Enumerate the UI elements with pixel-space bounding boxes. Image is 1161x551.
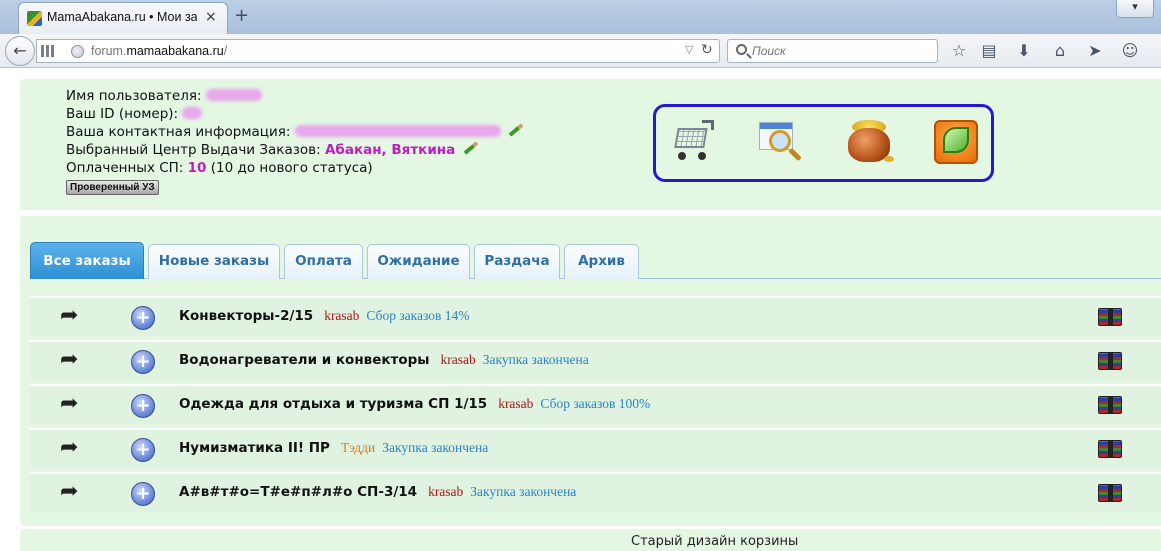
share-icon[interactable]: ➤ [1085,41,1105,61]
user-info-lines: Имя пользователя: Ваш ID (номер): Ваша к… [66,87,524,195]
order-title[interactable]: Нумизматика II! ПР [179,440,330,456]
navigation-toolbar: ← forum.mamaabakana.ru/ ▽ ↻ ☆ ▤ ⬇ ⌂ ➤ ☺ [0,34,1161,68]
cart-icon[interactable] [668,118,718,168]
search-document-icon[interactable] [755,118,805,168]
winrar-archive-icon[interactable] [1098,352,1122,370]
order-row: ➦ + Одежда для отдыха и туризма СП 1/15 k… [30,384,1161,424]
order-row: ➦ + А#в#т#о=Т#е#п#л#о СП-3/14 krasab Закуп… [30,472,1161,512]
paid-count: 10 [187,160,207,176]
contact-value-blurred [294,125,501,137]
order-status: Сбор заказов 100% [540,396,651,411]
new-tab-button[interactable]: + [234,5,249,26]
edit-pickup-icon[interactable] [463,141,478,155]
expand-plus-icon[interactable]: + [131,350,155,374]
browser-tab-strip: MamaAbakana.ru • Мои за × + ▾ [0,0,1161,34]
tab-groups-icon[interactable] [41,45,55,57]
page-content: Имя пользователя: Ваш ID (номер): Ваша к… [0,69,1161,551]
order-title[interactable]: Водонагреватели и конвекторы [179,352,430,368]
username-row: Имя пользователя: [66,87,524,105]
tab-distribution[interactable]: Раздача [474,244,560,279]
search-input[interactable] [752,43,932,59]
paid-label: Оплаченных СП: [66,160,184,176]
order-title[interactable]: А#в#т#о=Т#е#п#л#о СП-3/14 [179,484,417,500]
search-icon [736,44,747,55]
share-arrow-icon[interactable]: ➦ [60,437,84,459]
edit-contact-icon[interactable] [508,123,524,137]
user-id-row: Ваш ID (номер): [66,105,524,123]
pickup-row: Выбранный Центр Выдачи Заказов: Абакан, … [66,141,524,159]
paid-note: (10 до нового статуса) [210,160,373,176]
history-dropdown-icon[interactable]: ▽ [685,43,693,56]
tab-all-orders[interactable]: Все заказы [30,242,144,279]
search-bar[interactable] [727,39,938,63]
badge-row: Проверенный УЗ [66,177,524,195]
contact-row: Ваша контактная информация: [66,123,524,141]
order-title[interactable]: Одежда для отдыха и туризма СП 1/15 [179,396,487,412]
back-arrow-icon: ← [13,41,27,60]
order-author[interactable]: krasab [428,484,463,499]
addon-icon[interactable]: ☺ [1120,41,1140,61]
home-icon[interactable]: ⌂ [1050,41,1070,61]
user-id-label: Ваш ID (номер): [66,106,179,122]
user-id-value-blurred [182,107,203,119]
username-value-blurred [205,89,262,101]
order-row: ➦ + Конвекторы-2/15 krasab Сбор заказов 14… [30,296,1161,336]
expand-plus-icon[interactable]: + [131,438,155,462]
share-arrow-icon[interactable]: ➦ [60,305,84,327]
close-tab-icon[interactable]: × [205,9,217,25]
order-author[interactable]: Тэдди [341,440,375,455]
order-author[interactable]: krasab [441,352,476,367]
url-text[interactable]: forum.mamaabakana.ru/ [91,44,227,58]
share-arrow-icon[interactable]: ➦ [60,393,84,415]
order-row: ➦ + Нумизматика II! ПР Тэдди Закупка закон… [30,428,1161,468]
reload-icon[interactable]: ↻ [701,42,713,58]
order-status: Закупка закончена [470,484,577,499]
orders-panel: Все заказы Новые заказы Оплата Ожидание … [20,216,1161,526]
orange-leaf-app-icon[interactable] [932,118,982,168]
expand-plus-icon[interactable]: + [131,394,155,418]
winrar-archive-icon[interactable] [1098,440,1122,458]
pickup-label: Выбранный Центр Выдачи Заказов: [66,142,321,158]
contact-label: Ваша контактная информация: [66,124,291,140]
tab-title: MamaAbakana.ru • Мои за [47,10,197,24]
order-author[interactable]: krasab [498,396,533,411]
old-design-bar: Старый дизайн корзины [20,529,1161,551]
username-label: Имя пользователя: [66,88,202,104]
order-status: Закупка закончена [382,440,489,455]
back-button[interactable]: ← [5,36,35,66]
verified-badge: Проверенный УЗ [66,180,159,195]
share-arrow-icon[interactable]: ➦ [60,349,84,371]
pickup-value: Абакан, Вяткина [324,142,456,158]
expand-plus-icon[interactable]: + [131,306,155,330]
tab-archive[interactable]: Архив [564,244,639,279]
order-status: Сбор заказов 14% [366,308,470,323]
user-info-panel: Имя пользователя: Ваш ID (номер): Ваша к… [20,79,1161,210]
tab-payment[interactable]: Оплата [284,244,363,279]
window-control-button[interactable]: ▾ [1116,0,1154,18]
address-bar[interactable]: forum.mamaabakana.ru/ ▽ ↻ [36,39,720,63]
share-arrow-icon[interactable]: ➦ [60,481,84,503]
order-row: ➦ + Водонагреватели и конвекторы krasab За… [30,340,1161,380]
tab-waiting[interactable]: Ожидание [367,244,470,279]
winrar-archive-icon[interactable] [1098,308,1122,326]
reading-list-icon[interactable]: ▤ [979,41,999,61]
browser-tab[interactable]: MamaAbakana.ru • Мои за × [18,2,228,34]
bookmark-star-icon[interactable]: ☆ [949,41,969,61]
order-title[interactable]: Конвекторы-2/15 [179,308,313,324]
expand-plus-icon[interactable]: + [131,482,155,506]
downloads-icon[interactable]: ⬇ [1014,41,1034,61]
gold-pot-icon[interactable] [844,118,894,168]
tab-new-orders[interactable]: Новые заказы [148,244,280,279]
site-favicon-icon [27,11,42,26]
order-status: Закупка закончена [482,352,589,367]
order-author[interactable]: krasab [324,308,359,323]
order-tabs: Все заказы Новые заказы Оплата Ожидание … [30,241,1161,279]
winrar-archive-icon[interactable] [1098,396,1122,414]
paid-row: Оплаченных СП: 10 (10 до нового статуса) [66,159,524,177]
winrar-archive-icon[interactable] [1098,484,1122,502]
quick-actions-box [653,104,994,182]
site-identity-icon[interactable] [71,45,84,58]
old-design-link[interactable]: Старый дизайн корзины [631,534,798,549]
